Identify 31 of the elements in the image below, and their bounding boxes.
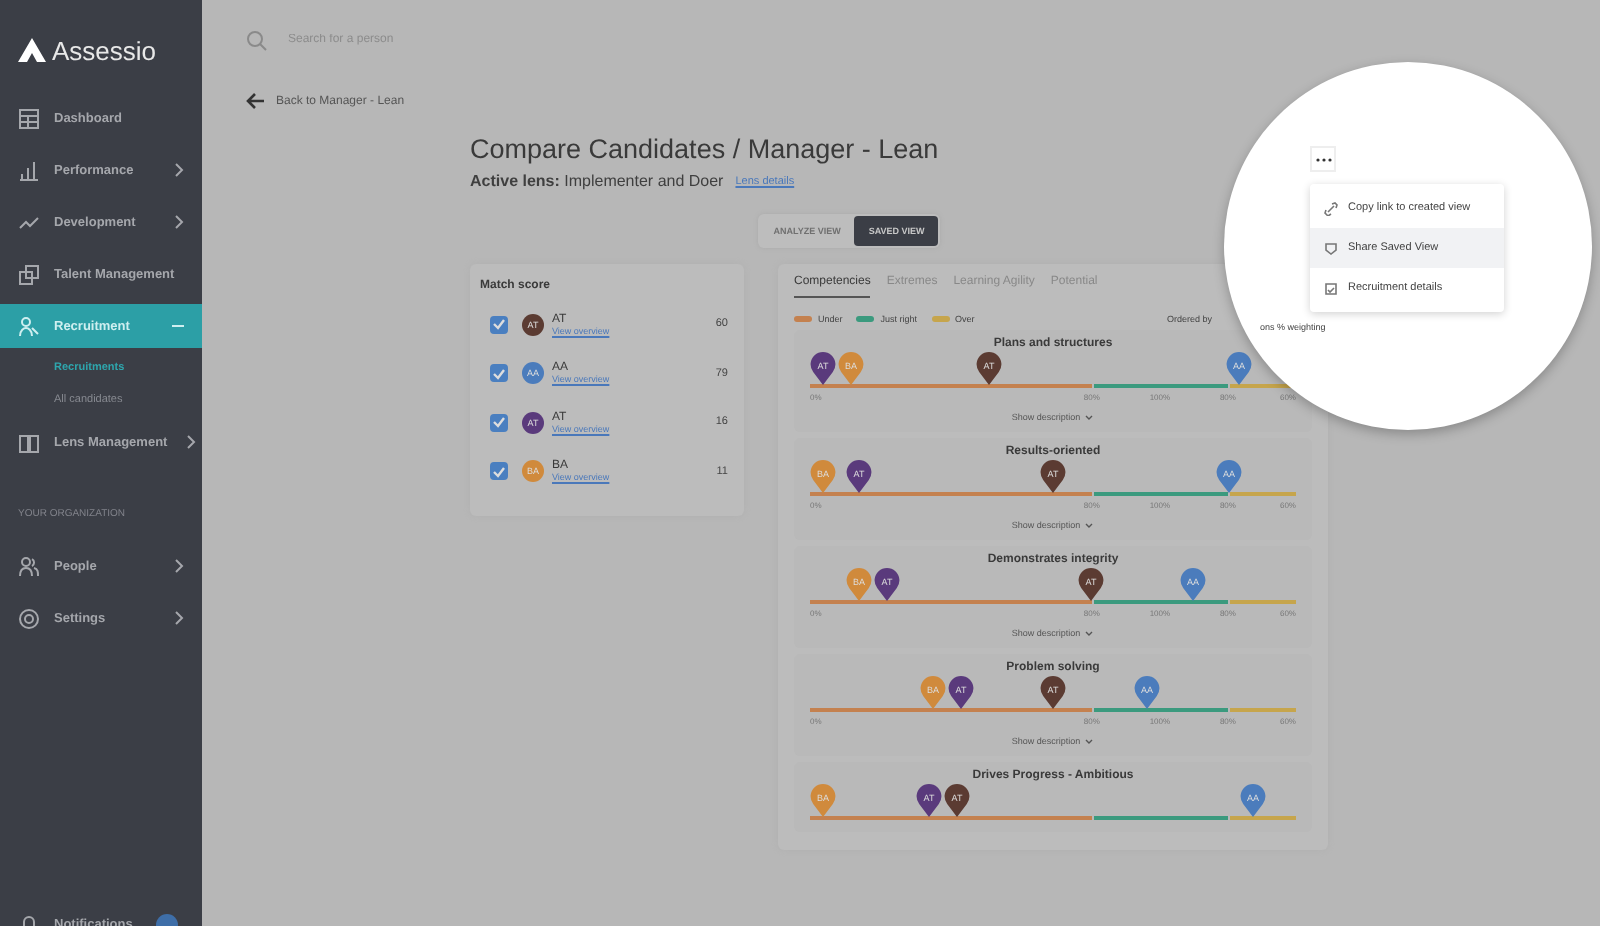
checkbox[interactable] [490,413,508,432]
more-button[interactable] [1310,146,1336,172]
chevron-down-icon [1084,521,1095,529]
shield-icon [1324,241,1338,255]
page-title: Compare Candidates / Manager - Lean [470,134,939,164]
chevron-down-icon [1084,737,1095,745]
brand-name: Assessio [52,35,157,65]
gear-icon [18,607,40,629]
checklist-icon [1324,281,1338,295]
search-icon [246,29,268,51]
chevron-down-icon [1084,413,1095,421]
active-lens-text: Active lens: Implementer and Doer [470,172,724,190]
link-icon [1324,201,1338,215]
bars-icon [18,159,40,181]
people-icon [18,555,40,577]
chevron-down-icon [1084,629,1095,637]
dashboard-icon [18,107,40,129]
person-icon [18,315,40,337]
checkbox[interactable] [490,364,508,383]
chevron-icon [170,162,186,178]
chevron-icon [181,434,198,450]
checkbox[interactable] [490,462,508,481]
chevron-icon [170,214,186,230]
trend-icon [18,211,40,233]
chevron-icon [170,558,186,574]
checkbox[interactable] [490,315,508,334]
logo-icon [18,38,46,62]
cards-icon [18,263,40,285]
arrow-left-icon [246,92,266,110]
book-icon [18,431,40,453]
chevron-icon [170,610,186,626]
